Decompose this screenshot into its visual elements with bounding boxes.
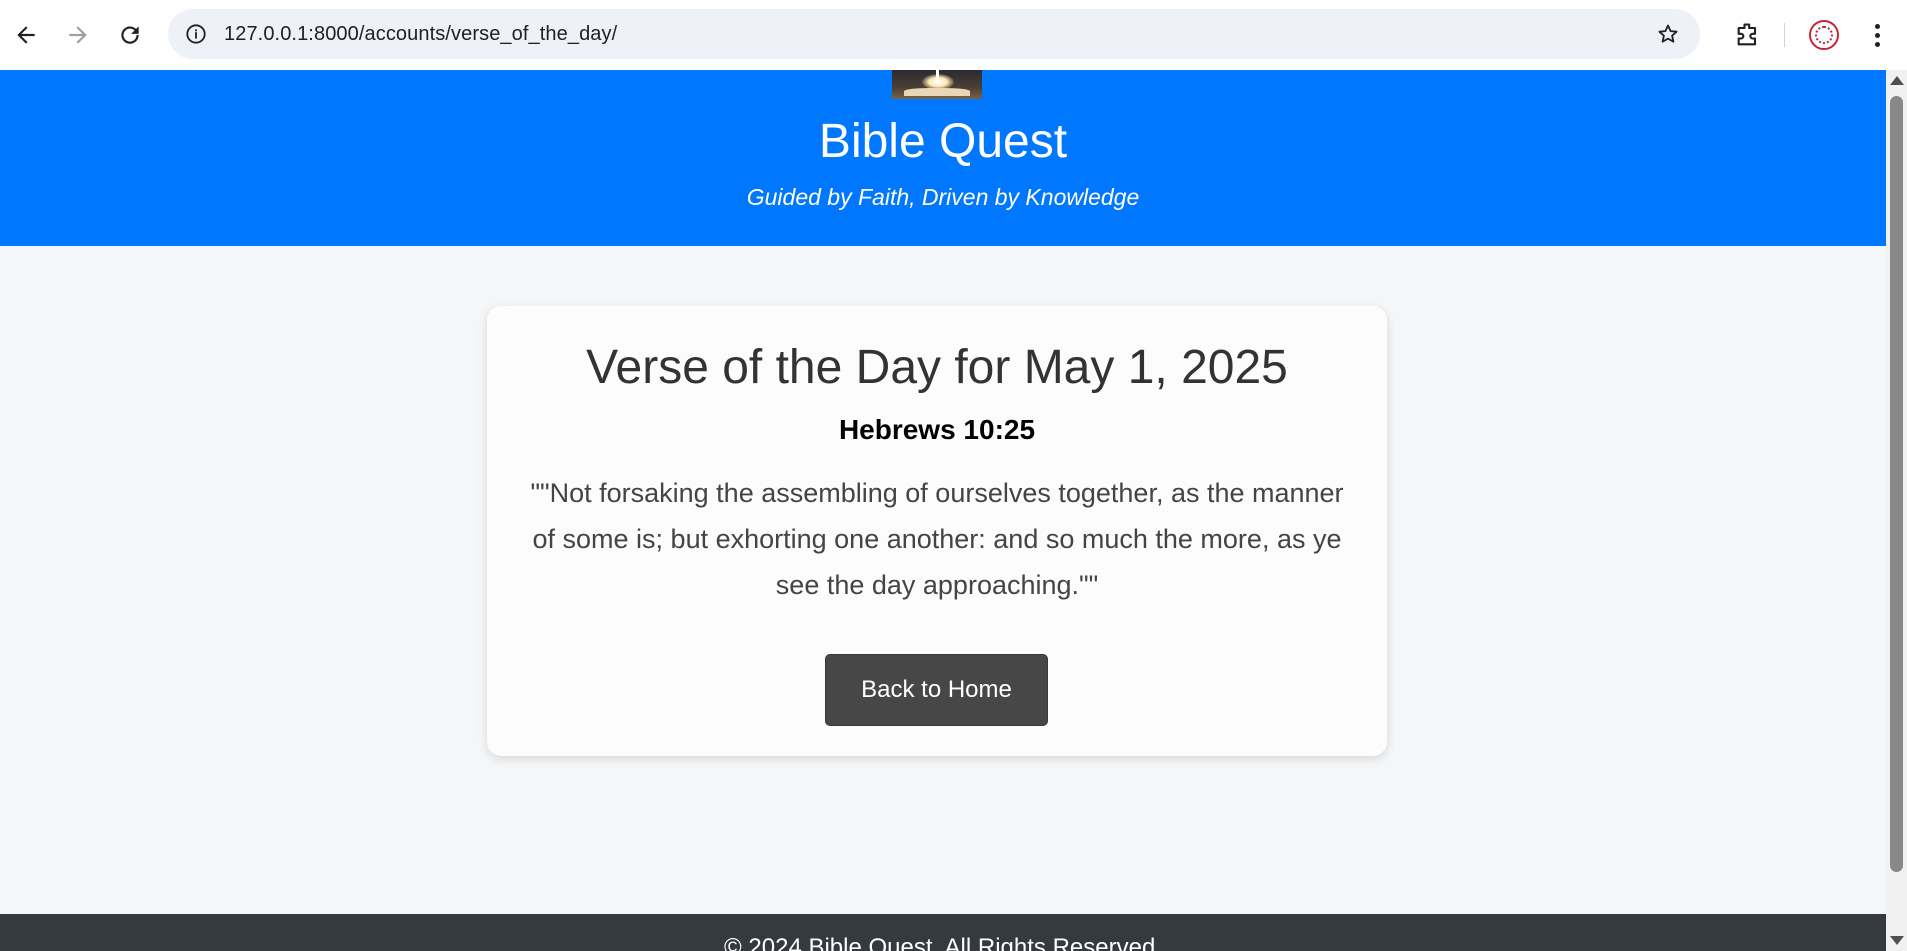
- address-bar[interactable]: 127.0.0.1:8000/accounts/verse_of_the_day…: [168, 9, 1700, 59]
- verse-heading: Verse of the Day for May 1, 2025: [586, 341, 1288, 394]
- back-nav-button[interactable]: [0, 9, 52, 61]
- verse-card: Verse of the Day for May 1, 2025 Hebrews…: [487, 306, 1387, 756]
- verse-text: ""Not forsaking the assembling of oursel…: [530, 478, 1344, 600]
- kebab-menu-icon[interactable]: [1865, 20, 1889, 50]
- url-text[interactable]: 127.0.0.1:8000/accounts/verse_of_the_day…: [224, 23, 617, 46]
- scroll-up-arrow-icon[interactable]: [1890, 76, 1904, 85]
- forward-nav-button[interactable]: [52, 9, 104, 61]
- extensions-puzzle-icon[interactable]: [1734, 21, 1762, 49]
- bible-logo-image: [892, 70, 982, 99]
- page-viewport: Bible Quest Guided by Faith, Driven by K…: [0, 70, 1886, 951]
- site-footer: © 2024 Bible Quest. All Rights Reserved.: [0, 914, 1886, 951]
- back-to-home-button[interactable]: Back to Home: [825, 654, 1048, 726]
- profile-avatar[interactable]: [1809, 20, 1839, 50]
- bookmark-star-icon[interactable]: [1656, 22, 1680, 46]
- scroll-down-arrow-icon[interactable]: [1890, 936, 1904, 945]
- toolbar-actions: [1734, 0, 1907, 70]
- browser-toolbar: 127.0.0.1:8000/accounts/verse_of_the_day…: [0, 0, 1907, 70]
- scroll-thumb[interactable]: [1890, 96, 1903, 872]
- footer-copyright: © 2024 Bible Quest. All Rights Reserved.: [724, 934, 1162, 951]
- arrow-right-icon: [69, 26, 87, 44]
- site-tagline: Guided by Faith, Driven by Knowledge: [746, 184, 1140, 210]
- verse-reference: Hebrews 10:25: [838, 414, 1036, 445]
- toolbar-divider: [1784, 23, 1785, 47]
- site-title: Bible Quest: [818, 115, 1068, 168]
- reload-button[interactable]: [104, 9, 156, 61]
- arrow-left-icon: [17, 26, 35, 44]
- site-info-icon[interactable]: [184, 22, 208, 46]
- reload-icon: [121, 26, 139, 44]
- page-scrollbar[interactable]: [1886, 70, 1907, 951]
- site-header: Bible Quest Guided by Faith, Driven by K…: [0, 70, 1886, 246]
